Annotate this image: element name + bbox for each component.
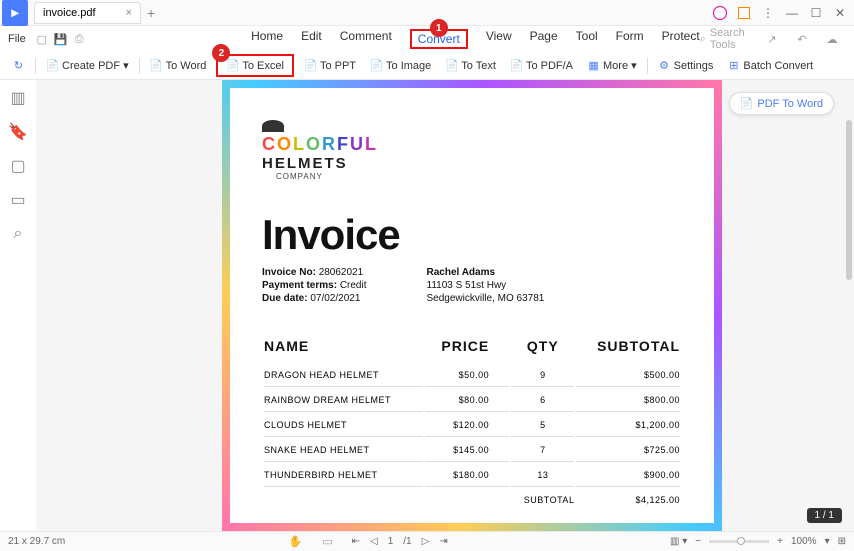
share-icon[interactable]: ↗: [764, 31, 780, 47]
undo-icon[interactable]: ↶: [794, 31, 810, 47]
fit-button[interactable]: ⊞: [838, 536, 846, 547]
open-icon[interactable]: ▢: [36, 31, 48, 47]
file-menu[interactable]: File: [8, 33, 26, 45]
customer-info: Rachel Adams 11103 S 51st Hwy Sedgewickv…: [427, 267, 545, 306]
close-tab-icon[interactable]: ×: [126, 7, 132, 19]
account-icon[interactable]: [710, 3, 730, 23]
toolbar: ↻ 📄Create PDF ▾ 📄To Word 2 📄To Excel 📄To…: [0, 52, 854, 80]
page-dimensions: 21 x 29.7 cm: [8, 536, 65, 547]
document-tab[interactable]: invoice.pdf ×: [34, 2, 141, 24]
thumbnails-icon[interactable]: ▥: [10, 90, 26, 106]
callout-badge-1: 1: [430, 19, 448, 37]
view-mode-button[interactable]: ▥ ▾: [670, 536, 687, 547]
menu-protect[interactable]: Protect: [662, 29, 700, 49]
close-window-button[interactable]: ✕: [830, 3, 850, 23]
app-icon: ▸: [2, 0, 28, 26]
logo-company: COMPANY: [276, 172, 682, 181]
menu-comment[interactable]: Comment: [340, 29, 392, 49]
search-icon: ⌕: [700, 33, 706, 46]
table-row: RAINBOW DREAM HELMET$80.006$800.00: [264, 389, 680, 412]
logo-text: COLORFUL: [262, 134, 682, 155]
zoom-level[interactable]: 100%: [791, 536, 817, 547]
select-tool-icon[interactable]: ▭: [320, 534, 336, 550]
table-row: THUNDERBIRD HELMET$180.0013$900.00: [264, 464, 680, 487]
tab-title: invoice.pdf: [43, 7, 96, 19]
main: ▥ 🔖 ▢ ▭ ⌕ COLORFUL HELMETS COMPANY Invoi…: [0, 80, 854, 531]
table-row: DRAGON HEAD HELMET$50.009$500.00: [264, 364, 680, 387]
word-icon: 📄: [740, 97, 754, 110]
menu-tool[interactable]: Tool: [576, 29, 598, 49]
minimize-button[interactable]: —: [782, 3, 802, 23]
content-area: COLORFUL HELMETS COMPANY Invoice Invoice…: [36, 80, 854, 531]
attachments-icon[interactable]: ▢: [10, 158, 26, 174]
logo-subtext: HELMETS: [262, 155, 682, 172]
menu-view[interactable]: View: [486, 29, 512, 49]
invoice-title: Invoice: [262, 211, 682, 259]
logo-icon: [262, 120, 284, 132]
search-panel-icon[interactable]: ⌕: [10, 226, 26, 242]
prev-page-button[interactable]: ◁: [370, 536, 378, 547]
page-input[interactable]: 1: [388, 536, 394, 547]
maximize-button[interactable]: ☐: [806, 3, 826, 23]
create-pdf-button[interactable]: 📄Create PDF ▾: [42, 57, 133, 74]
new-tab-button[interactable]: +: [147, 5, 155, 21]
hand-tool-icon[interactable]: ✋: [288, 534, 304, 550]
invoice-table: NAME PRICE QTY SUBTOTAL DRAGON HEAD HELM…: [262, 336, 682, 513]
app-option-icon[interactable]: [734, 3, 754, 23]
last-page-button[interactable]: ⇥: [439, 536, 447, 547]
zoom-out-button[interactable]: −: [695, 536, 701, 547]
to-pdfa-button[interactable]: 📄To PDF/A: [506, 57, 577, 74]
more-icon[interactable]: ⋮: [758, 3, 778, 23]
invoice-meta: Invoice No: 28062021 Payment terms: Cred…: [262, 267, 367, 306]
table-row: SNAKE HEAD HELMET$145.007$725.00: [264, 439, 680, 462]
to-word-button[interactable]: 📄To Word: [146, 57, 211, 74]
menu-edit[interactable]: Edit: [301, 29, 322, 49]
table-row: CLOUDS HELMET$120.005$1,200.00: [264, 414, 680, 437]
scrollbar[interactable]: [844, 80, 852, 531]
menubar: File ▢ 💾 ⎙ Home Edit Comment Convert 1 V…: [0, 26, 854, 52]
more-button[interactable]: ▦More ▾: [583, 57, 641, 74]
statusbar: 21 x 29.7 cm ✋ ▭ ⇤ ◁ 1/1 ▷ ⇥ ▥ ▾ − + 100…: [0, 531, 854, 551]
layers-icon[interactable]: ▭: [10, 192, 26, 208]
page-indicator: 1 / 1: [807, 508, 842, 523]
zoom-slider[interactable]: [709, 540, 769, 543]
next-page-button[interactable]: ▷: [422, 536, 430, 547]
pdf-to-word-button[interactable]: 📄 PDF To Word: [729, 92, 834, 115]
zoom-in-button[interactable]: +: [777, 536, 783, 547]
menu-page[interactable]: Page: [530, 29, 558, 49]
search-tools[interactable]: ⌕ Search Tools: [700, 27, 754, 51]
save-icon[interactable]: 💾: [54, 31, 68, 47]
cloud-icon[interactable]: ☁: [824, 31, 840, 47]
menu-convert[interactable]: Convert 1: [410, 29, 468, 49]
bookmarks-icon[interactable]: 🔖: [10, 124, 26, 140]
sidebar: ▥ 🔖 ▢ ▭ ⌕: [0, 80, 36, 531]
print-icon[interactable]: ⎙: [73, 31, 85, 47]
to-image-button[interactable]: 📄To Image: [366, 57, 435, 74]
to-excel-highlight: 2 📄To Excel: [216, 54, 294, 77]
settings-button[interactable]: ⚙Settings: [654, 57, 718, 74]
titlebar: ▸ invoice.pdf × + ⋮ — ☐ ✕: [0, 0, 854, 26]
menu-form[interactable]: Form: [616, 29, 644, 49]
pdf-page: COLORFUL HELMETS COMPANY Invoice Invoice…: [222, 80, 722, 531]
menu-home[interactable]: Home: [251, 29, 283, 49]
first-page-button[interactable]: ⇤: [352, 536, 360, 547]
history-button[interactable]: ↻: [8, 57, 29, 74]
to-excel-button[interactable]: 📄To Excel: [222, 57, 288, 74]
batch-convert-button[interactable]: ⊞Batch Convert: [723, 57, 817, 74]
to-text-button[interactable]: 📄To Text: [441, 57, 500, 74]
to-ppt-button[interactable]: 📄To PPT: [300, 57, 360, 74]
